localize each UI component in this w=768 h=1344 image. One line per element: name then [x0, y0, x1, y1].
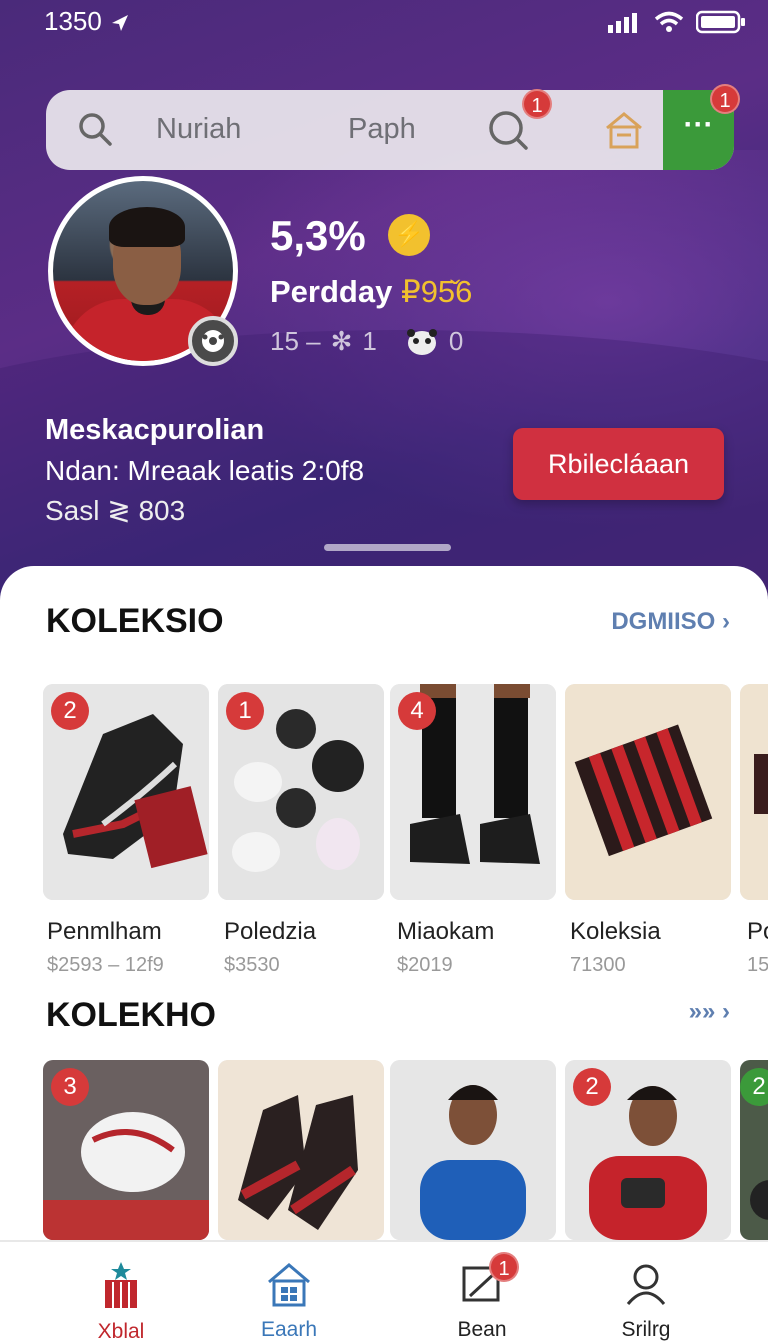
status-time: 1350 — [44, 6, 131, 37]
card-badge: 4 — [398, 692, 436, 730]
card-title: Koleksia — [570, 918, 661, 945]
coin-icon: ⚡ — [388, 214, 430, 256]
search-icon[interactable] — [76, 110, 116, 150]
media-card-2[interactable] — [218, 1060, 384, 1240]
profile-detail: Ndan: Mreaak leatis 2:0f8 — [45, 455, 365, 486]
more-icon: ··· — [683, 108, 714, 141]
tab-label: Xblal — [97, 1320, 145, 1343]
bag-image — [565, 684, 731, 900]
ball-icon — [202, 330, 224, 352]
card-title: Poledzia — [224, 918, 317, 945]
status-bar: 1350 — [44, 4, 746, 36]
panda-icon — [406, 328, 437, 355]
home-icon — [268, 1263, 310, 1307]
card-badge: 3 — [51, 1068, 89, 1106]
stat-line-label: Perdday — [270, 274, 393, 309]
stat-percentage: 5,3% — [270, 212, 366, 259]
profile-name: Meskacpurolian — [45, 414, 265, 446]
avatar-badge-icon[interactable] — [188, 316, 238, 366]
signal-icon — [608, 13, 637, 33]
media-card-3[interactable] — [390, 1060, 556, 1240]
section-link-1[interactable]: DGMIISO › — [611, 608, 730, 636]
product-card-5[interactable] — [740, 684, 768, 900]
wifi-icon — [654, 11, 684, 32]
product-card-3[interactable]: 4 — [390, 684, 556, 900]
section-link-2[interactable]: »» › — [689, 998, 730, 1026]
card-badge: 2 — [573, 1068, 611, 1106]
card-badge: 2 — [51, 692, 89, 730]
stat-mini: 15 – ✻ 1 0 — [270, 326, 463, 357]
card-price: 15 — [747, 954, 768, 976]
chevron-right-icon: › — [722, 608, 730, 635]
stadium-icon — [105, 1262, 137, 1308]
card-title: Miaokam — [397, 918, 495, 945]
section-title-2: KOLEKHO — [46, 996, 216, 1034]
profile-header: 1350 Nuriah Paph 1 ··· 1 5,3% ⚡ Perdday … — [0, 0, 768, 600]
profile-value: Sasl ≷ 803 — [45, 495, 186, 526]
media-card-5[interactable]: 2 — [740, 1060, 768, 1240]
battery-icon — [696, 10, 745, 34]
location-arrow-icon — [112, 15, 129, 32]
media-card-4[interactable]: 2 — [565, 1060, 731, 1240]
tab-badge: 1 — [489, 1252, 519, 1282]
card-price: $2019 — [397, 954, 453, 976]
stat-mini-c: 0 — [448, 326, 464, 356]
card-badge: 1 — [226, 692, 264, 730]
tab-label: Bean — [457, 1318, 507, 1341]
search-badge: 1 — [522, 89, 552, 119]
stat-line: Perdday ₽95̌6 — [270, 274, 472, 310]
card-price: 71300 — [570, 954, 626, 976]
stat-mini-a: 15 – — [270, 326, 321, 356]
card-price: $3530 — [224, 954, 280, 976]
card-price: $2593 – 12f9 — [47, 954, 164, 976]
collections-sheet: KOLEKSIO DGMIISO › 2 1 4 Penmlham $2593 … — [0, 566, 768, 1246]
search-bar[interactable]: Nuriah Paph 1 ··· 1 — [46, 84, 740, 170]
product-card-4[interactable] — [565, 684, 731, 900]
tab-xblal[interactable]: Xblal — [66, 1260, 176, 1344]
bottom-tab-bar: Xblal Eaarh 1 Bean Srilrg — [0, 1240, 768, 1344]
tab-label: Srilrg — [621, 1318, 671, 1341]
card-title: Po — [747, 918, 768, 945]
store-icon[interactable] — [602, 108, 646, 152]
tab-eaarh[interactable]: Eaarh — [234, 1260, 344, 1342]
more-badge: 1 — [710, 84, 740, 114]
tab-label: Eaarh — [260, 1318, 318, 1341]
boots-pair-image — [218, 1060, 384, 1240]
tab-bean[interactable]: 1 Bean — [427, 1252, 537, 1342]
sheet-grabber[interactable] — [324, 544, 451, 551]
section-title-1: KOLEKSIO — [46, 602, 224, 640]
partial-product-image — [740, 684, 768, 900]
stat-mini-b: 1 — [362, 326, 377, 356]
product-card-1[interactable]: 2 — [43, 684, 209, 900]
search-term-2[interactable]: Paph — [348, 113, 416, 146]
section-link-1-label: DGMIISO — [611, 608, 716, 635]
profile-icon — [626, 1264, 666, 1305]
search-term-1[interactable]: Nuriah — [156, 113, 241, 146]
notification-search-icon[interactable] — [486, 108, 530, 152]
player-blue-image — [390, 1060, 556, 1240]
primary-action-button[interactable]: Rbilecláaan — [513, 428, 724, 500]
stat-line-value: ₽95̌6 — [400, 274, 473, 309]
media-card-1[interactable]: 3 — [43, 1060, 209, 1240]
section-link-2-label: »» — [688, 998, 716, 1025]
product-card-2[interactable]: 1 — [218, 684, 384, 900]
chevron-right-icon: › — [722, 998, 730, 1025]
card-title: Penmlham — [47, 918, 162, 945]
asterisk-icon: ✻ — [330, 326, 353, 356]
tab-srilrg[interactable]: Srilrg — [591, 1260, 701, 1342]
